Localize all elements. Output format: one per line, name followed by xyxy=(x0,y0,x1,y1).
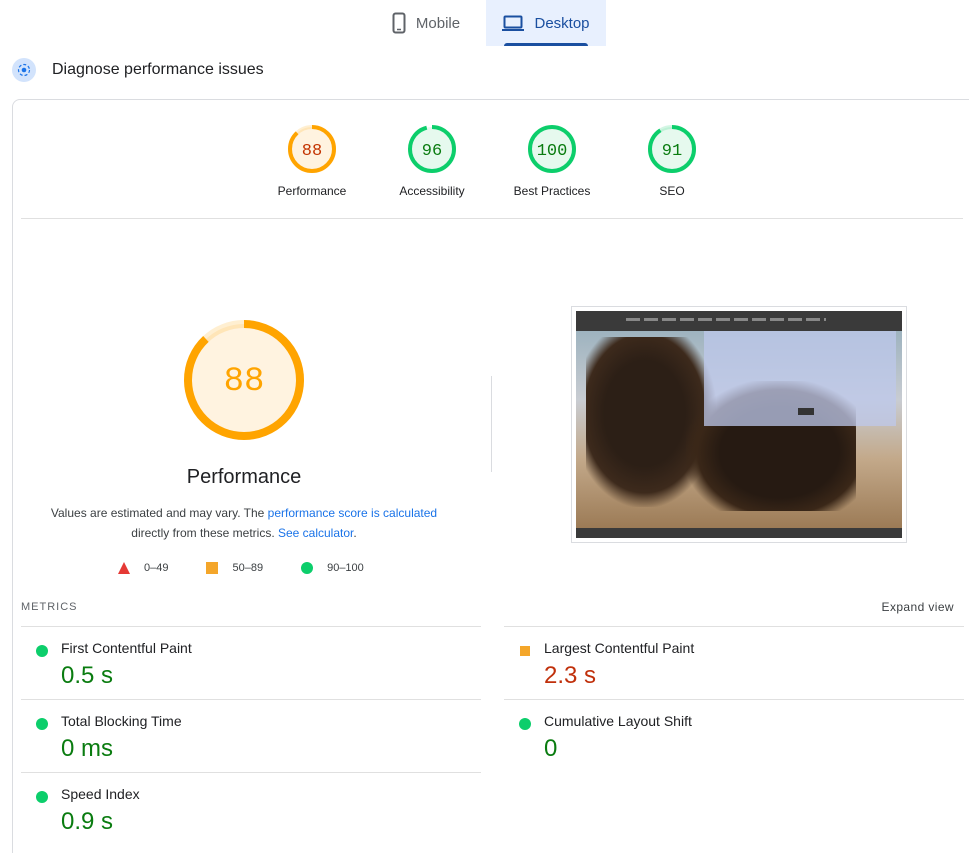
legend-fail: 0–49 xyxy=(118,562,168,574)
desc-suffix: . xyxy=(353,526,357,540)
metric-value: 0.5 s xyxy=(61,662,114,689)
screenshot-footer xyxy=(576,528,902,538)
gauge-seo-score: 91 xyxy=(662,142,682,161)
square-icon xyxy=(206,562,219,574)
performance-title: Performance xyxy=(186,466,302,488)
score-legend: 0–49 50–89 90–100 xyxy=(118,562,402,574)
gauge-performance-label: Performance xyxy=(277,184,347,198)
diagnose-icon xyxy=(12,58,36,82)
triangle-icon xyxy=(118,562,130,574)
metric-fcp: First Contentful Paint 0.5 s xyxy=(21,626,481,699)
tab-mobile[interactable]: Mobile xyxy=(366,0,486,46)
laptop-icon xyxy=(502,15,525,31)
legend-pass-range: 90–100 xyxy=(327,562,364,574)
gauge-best-practices-score: 100 xyxy=(537,142,568,161)
gauge-best-practices[interactable]: 100 Best Practices xyxy=(492,124,612,198)
diagnose-title: Diagnose performance issues xyxy=(52,61,264,78)
average-square-icon xyxy=(519,644,531,662)
metric-value: 0 ms xyxy=(61,735,114,762)
gauge-accessibility-label: Accessibility xyxy=(399,184,465,198)
performance-description: Values are estimated and may vary. The p… xyxy=(40,503,448,543)
metrics-heading: METRICS xyxy=(21,601,78,613)
pass-circle-icon xyxy=(36,717,48,735)
performance-gauge-large: 88 xyxy=(182,318,306,442)
screenshot-signin-button xyxy=(798,408,814,415)
performance-score-link[interactable]: performance score is calculated xyxy=(268,506,437,520)
metric-lcp: Largest Contentful Paint 2.3 s xyxy=(504,626,964,699)
metric-tbt: Total Blocking Time 0 ms xyxy=(21,699,481,772)
performance-score-large: 88 xyxy=(224,363,265,401)
expand-view-button[interactable]: Expand view xyxy=(882,600,954,614)
metric-label: Largest Contentful Paint xyxy=(544,640,695,656)
pass-circle-icon xyxy=(36,790,48,808)
metric-value: 0.9 s xyxy=(61,808,114,835)
screenshot-navbar xyxy=(576,311,902,331)
gauge-seo[interactable]: 91 SEO xyxy=(612,124,732,198)
legend-pass: 90–100 xyxy=(301,562,364,574)
metric-label: First Contentful Paint xyxy=(61,640,192,656)
metric-cls: Cumulative Layout Shift 0 xyxy=(504,699,964,772)
legend-average-range: 50–89 xyxy=(232,562,264,574)
circle-icon xyxy=(301,562,314,574)
metric-label: Cumulative Layout Shift xyxy=(544,713,692,729)
metric-value: 0 xyxy=(544,735,558,762)
legend-fail-range: 0–49 xyxy=(144,562,169,574)
vertical-divider xyxy=(491,376,492,472)
tab-desktop[interactable]: Desktop xyxy=(486,0,606,46)
screenshot-image xyxy=(576,311,902,538)
gauge-accessibility[interactable]: 96 Accessibility xyxy=(372,124,492,198)
category-gauges: 88 Performance 96 Accessibility 100 Best… xyxy=(0,124,969,204)
see-calculator-link[interactable]: See calculator xyxy=(278,526,353,540)
gauge-seo-label: SEO xyxy=(659,184,685,198)
diagnose-header: Diagnose performance issues xyxy=(12,58,264,82)
page-screenshot[interactable] xyxy=(571,306,907,543)
legend-average: 50–89 xyxy=(206,562,263,574)
metric-label: Speed Index xyxy=(61,786,140,802)
gauge-best-practices-label: Best Practices xyxy=(513,184,591,198)
metric-label: Total Blocking Time xyxy=(61,713,182,729)
gauge-performance-score: 88 xyxy=(302,142,322,161)
device-tabs: Mobile Desktop xyxy=(366,0,606,46)
gauge-performance[interactable]: 88 Performance xyxy=(252,124,372,198)
phone-icon xyxy=(392,12,406,34)
desc-mid: directly from these metrics. xyxy=(131,526,278,540)
pass-circle-icon xyxy=(519,717,531,735)
metric-value: 2.3 s xyxy=(544,662,597,689)
metric-si: Speed Index 0.9 s xyxy=(21,772,481,845)
divider xyxy=(21,218,963,219)
desc-prefix: Values are estimated and may vary. The xyxy=(50,506,268,520)
tab-mobile-label: Mobile xyxy=(415,14,461,32)
tab-desktop-label: Desktop xyxy=(534,14,590,32)
pass-circle-icon xyxy=(36,644,48,662)
gauge-accessibility-score: 96 xyxy=(422,142,442,161)
